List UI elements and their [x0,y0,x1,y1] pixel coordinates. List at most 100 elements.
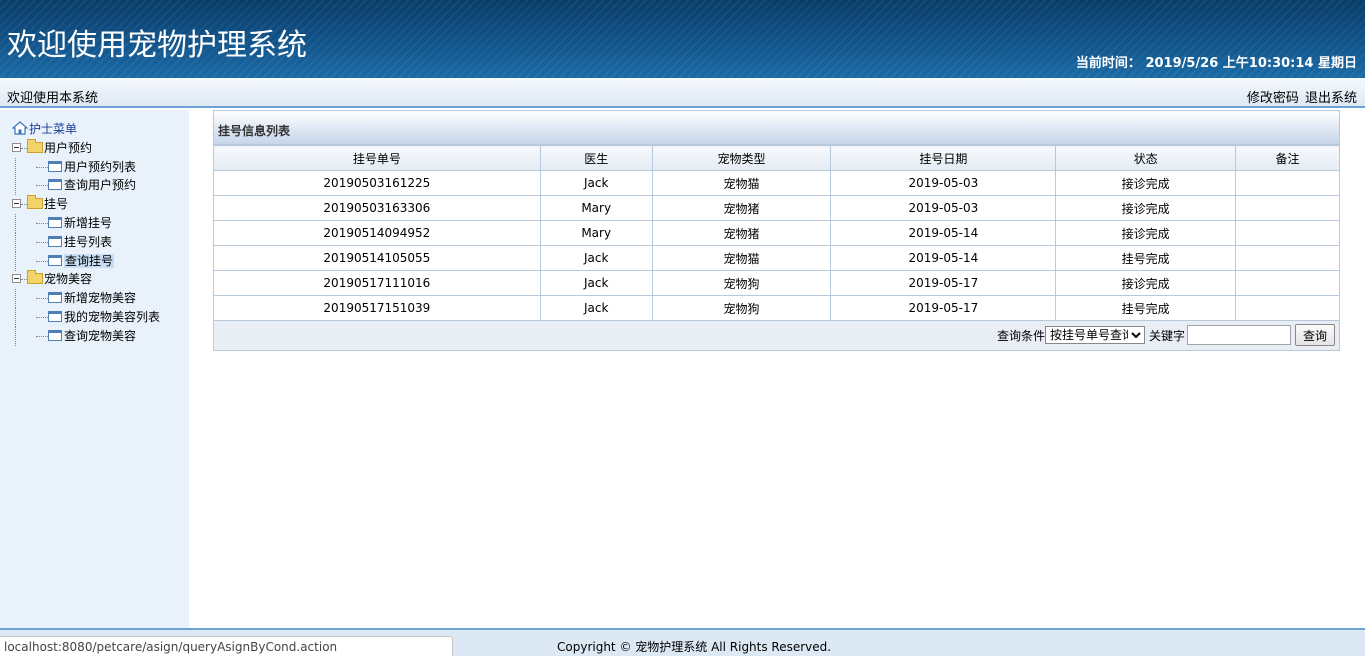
table-cell: 2019-05-14 [830,245,1057,271]
menu-root-label: 护士菜单 [29,122,78,136]
logout-link[interactable]: 退出系统 [1305,91,1357,106]
table-cell: 20190503163306 [213,195,541,221]
table-cell [1235,220,1340,246]
table-cell: Mary [539,220,653,246]
sidebar-item-label-selected: 查询挂号 [64,253,115,268]
sidebar-item-label: 挂号列表 [64,234,113,249]
menu-root[interactable]: 护士菜单 [12,120,160,139]
table-cell: 挂号完成 [1055,295,1237,321]
table-row: 20190503163306 Mary 宠物猪 2019-05-03 接诊完成 [213,195,1340,221]
table-cell [1235,270,1340,296]
tree-group-label: 用户预约 [44,140,93,155]
table-cell: 宠物猪 [651,195,832,221]
collapse-icon[interactable] [12,199,21,209]
table-row: 20190517151039 Jack 宠物狗 2019-05-17 挂号完成 [213,295,1340,321]
table-cell: 宠物狗 [651,270,832,296]
column-header: 挂号单号 [213,145,541,171]
registration-table: 挂号单号 医生 宠物类型 挂号日期 状态 备注 20190503161225 J… [213,145,1340,321]
table-cell: 20190503161225 [213,170,541,196]
sidebar-item-new-registration[interactable]: 新增挂号 [12,213,160,233]
welcome-bar: 欢迎使用本系统 修改密码 退出系统 [0,78,1365,108]
table-cell: 接诊完成 [1055,220,1237,246]
table-cell: 宠物猪 [651,220,832,246]
table-cell: 2019-05-03 [830,195,1057,221]
tree-group-label: 宠物美容 [44,272,93,287]
table-cell: 20190514094952 [213,220,541,246]
sidebar-item-label: 查询宠物美容 [64,328,137,343]
table-cell [1235,295,1340,321]
user-links: 修改密码 退出系统 [1245,87,1357,106]
table-cell [1235,245,1340,271]
sidebar-item-new-grooming[interactable]: 新增宠物美容 [12,289,160,309]
page-icon [48,216,62,228]
table-cell: 20190514105055 [213,245,541,271]
table-row: 20190514105055 Jack 宠物猫 2019-05-14 挂号完成 [213,245,1340,271]
table-cell: 挂号完成 [1055,245,1237,271]
change-password-link[interactable]: 修改密码 [1247,91,1299,106]
table-cell: 接诊完成 [1055,195,1237,221]
table-cell: Jack [539,270,653,296]
sidebar-item-label: 用户预约列表 [64,159,137,174]
table-row: 20190517111016 Jack 宠物狗 2019-05-17 接诊完成 [213,270,1340,296]
table-header-row: 挂号单号 医生 宠物类型 挂号日期 状态 备注 [213,145,1340,171]
current-time-value: 2019/5/26 上午10:30:14 星期日 [1145,56,1357,71]
welcome-text: 欢迎使用本系统 [7,91,99,106]
folder-icon [27,195,43,210]
table-cell: 接诊完成 [1055,170,1237,196]
sidebar-item-my-grooming-list[interactable]: 我的宠物美容列表 [12,307,161,327]
table-cell: Jack [539,295,653,321]
page-icon [48,179,62,191]
app-header: 欢迎使用宠物护理系统 当前时间： 2019/5/26 上午10:30:14 星期… [0,0,1365,78]
sidebar-item-registration-list[interactable]: 挂号列表 [12,232,160,252]
query-button[interactable]: 查询 [1295,324,1335,346]
menu-tree: 护士菜单 用户预约 用户预约列表 查询用户预约 挂号 新增挂号 挂号列表 查询挂… [12,120,160,346]
panel-title: 挂号信息列表 [214,111,1339,145]
sidebar-item-query-grooming[interactable]: 查询宠物美容 [12,326,160,346]
table-cell: 20190517151039 [213,295,541,321]
page-icon [48,254,62,266]
table-cell: 接诊完成 [1055,270,1237,296]
search-bar: 查询条件 按挂号单号查询 关键字 查询 [997,324,1335,346]
table-cell: 2019-05-17 [830,295,1057,321]
table-cell: Mary [539,195,653,221]
table-cell: 宠物猫 [651,245,832,271]
page-icon [48,310,62,322]
current-time: 当前时间： 2019/5/26 上午10:30:14 星期日 [1076,52,1357,71]
folder-icon [27,270,43,285]
collapse-icon[interactable] [12,274,21,284]
table-cell: Jack [539,245,653,271]
folder-icon [27,138,43,153]
sidebar: 护士菜单 用户预约 用户预约列表 查询用户预约 挂号 新增挂号 挂号列表 查询挂… [0,110,189,628]
table-cell: 20190517111016 [213,270,541,296]
keyword-label: 关键字 [1148,328,1185,343]
condition-label: 查询条件 [996,328,1045,343]
sidebar-item-query-appointment[interactable]: 查询用户预约 [12,176,160,196]
sidebar-item-label: 查询用户预约 [64,178,137,193]
collapse-icon[interactable] [12,142,21,152]
tree-group-pet-grooming[interactable]: 宠物美容 [12,270,160,289]
sidebar-item-label: 我的宠物美容列表 [64,309,161,324]
tree-group-registration[interactable]: 挂号 [12,195,160,214]
table-cell: 2019-05-14 [830,220,1057,246]
table-cell: Jack [539,170,653,196]
tree-group-user-appointment[interactable]: 用户预约 [12,138,160,158]
condition-select[interactable]: 按挂号单号查询 [1044,326,1145,344]
sidebar-item-appointment-list[interactable]: 用户预约列表 [12,157,160,177]
sidebar-item-label: 新增挂号 [64,215,113,230]
browser-status-url: localhost:8080/petcare/asign/queryAsignB… [0,636,453,656]
registration-list-panel: 挂号信息列表 挂号单号 医生 宠物类型 挂号日期 状态 备注 201905031… [213,110,1340,351]
home-icon [12,121,28,135]
page-icon [48,235,62,247]
page-icon [48,329,62,341]
page-icon [48,292,62,304]
app-title: 欢迎使用宠物护理系统 [7,28,307,63]
table-cell: 宠物猫 [651,170,832,196]
column-header: 状态 [1055,145,1237,171]
table-row: 20190503161225 Jack 宠物猫 2019-05-03 接诊完成 [213,170,1340,196]
column-header: 挂号日期 [830,145,1057,171]
keyword-input[interactable] [1187,325,1291,345]
table-row: 20190514094952 Mary 宠物猪 2019-05-14 接诊完成 [213,220,1340,246]
sidebar-item-query-registration[interactable]: 查询挂号 [12,251,160,271]
table-cell [1235,195,1340,221]
copyright-text: Copyright © 宠物护理系统 All Rights Reserved. [557,640,832,654]
